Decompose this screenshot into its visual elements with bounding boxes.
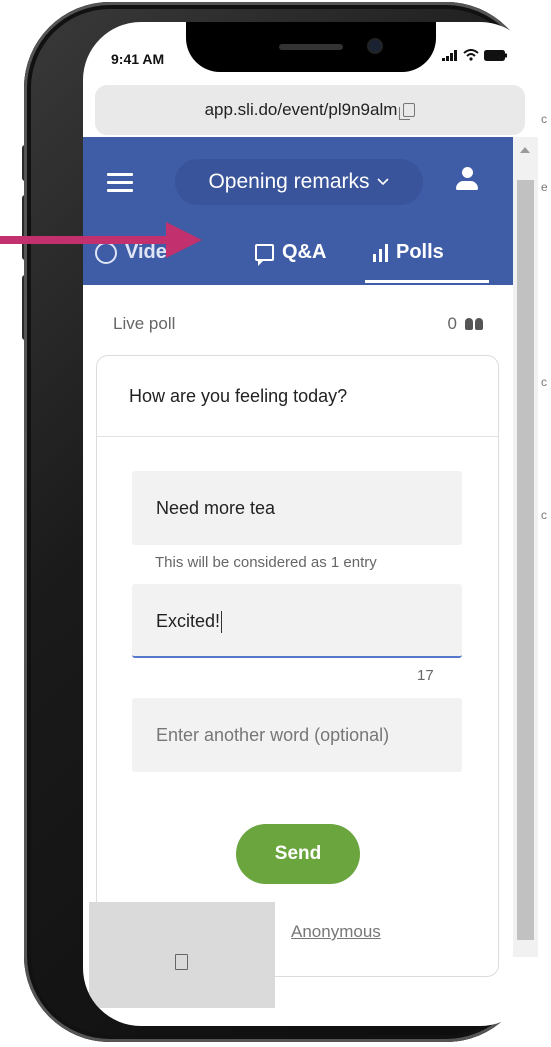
battery-icon: [484, 50, 507, 61]
tab-qa[interactable]: Q&A: [255, 241, 327, 266]
phone-frame: 9:41 AM app.sli.do/event/pl9n9alm Openin…: [24, 2, 538, 1042]
front-camera: [369, 40, 381, 52]
entry-note: This will be considered as 1 entry: [155, 554, 377, 571]
phone-notch: [186, 22, 436, 72]
signal-icon: [442, 50, 457, 61]
people-icon: [465, 318, 483, 330]
card-divider: [97, 436, 498, 437]
poll-question: How are you feeling today?: [129, 386, 348, 406]
tab-polls-label: Polls: [396, 241, 444, 263]
phone-screen: 9:41 AM app.sli.do/event/pl9n9alm Openin…: [83, 22, 538, 1026]
status-bar-time: 9:41 AM: [111, 51, 165, 67]
chat-bubble-icon: [255, 244, 274, 266]
anonymous-link[interactable]: Anonymous: [291, 922, 381, 942]
word-entry-value-2: Excited!: [156, 611, 221, 631]
user-profile-icon[interactable]: [455, 167, 479, 195]
word-entry-placeholder: Enter another word (optional): [156, 725, 390, 745]
poll-bars-icon: [373, 243, 388, 262]
background-page-fragment: c: [541, 375, 547, 389]
word-entry-field-1[interactable]: Need more tea: [132, 471, 462, 545]
copy-icon[interactable]: [399, 103, 416, 120]
wifi-icon: [463, 49, 479, 61]
word-entry-value-1: Need more tea: [156, 498, 276, 518]
annotation-arrow-shaft: [0, 236, 170, 244]
annotation-arrow-head: [166, 222, 202, 258]
broken-image-icon: [175, 954, 188, 970]
scroll-up-arrow[interactable]: [520, 147, 530, 153]
active-tab-indicator: [365, 280, 489, 283]
live-poll-label: Live poll: [113, 314, 176, 333]
poll-card: How are you feeling today? Need more tea…: [96, 355, 499, 977]
event-name: Opening remarks: [208, 170, 370, 193]
remaining-char-count: 17: [417, 667, 434, 684]
broken-image-placeholder: [89, 902, 275, 1008]
participant-count: 0: [448, 314, 483, 334]
status-bar-icons: [442, 49, 508, 61]
send-button[interactable]: Send: [236, 824, 360, 884]
tab-video-label: Vide: [125, 241, 167, 263]
poll-status-row: Live poll 0: [113, 314, 483, 334]
chevron-down-icon: [376, 178, 389, 186]
text-cursor: [221, 611, 223, 634]
background-page-fragment: c: [541, 112, 547, 126]
url-text: app.sli.do/event/pl9n9alm: [204, 100, 398, 119]
participant-count-value: 0: [447, 314, 457, 333]
video-icon: [95, 241, 117, 264]
browser-url-bar[interactable]: app.sli.do/event/pl9n9alm: [95, 85, 525, 135]
event-selector[interactable]: Opening remarks: [175, 159, 423, 205]
menu-icon[interactable]: [107, 173, 133, 193]
background-page-fragment: c: [541, 508, 547, 522]
word-entry-field-3[interactable]: Enter another word (optional): [132, 698, 462, 772]
speaker-grill: [279, 44, 343, 50]
app-header: Opening remarks Vide Q&A Polls: [83, 137, 513, 285]
tab-polls[interactable]: Polls: [373, 241, 444, 264]
tab-video[interactable]: Vide: [95, 241, 167, 264]
word-entry-field-2[interactable]: Excited!: [132, 584, 462, 658]
scrollbar-thumb[interactable]: [517, 180, 534, 940]
tab-qa-label: Q&A: [282, 241, 327, 263]
background-page-fragment: e: [541, 180, 548, 194]
